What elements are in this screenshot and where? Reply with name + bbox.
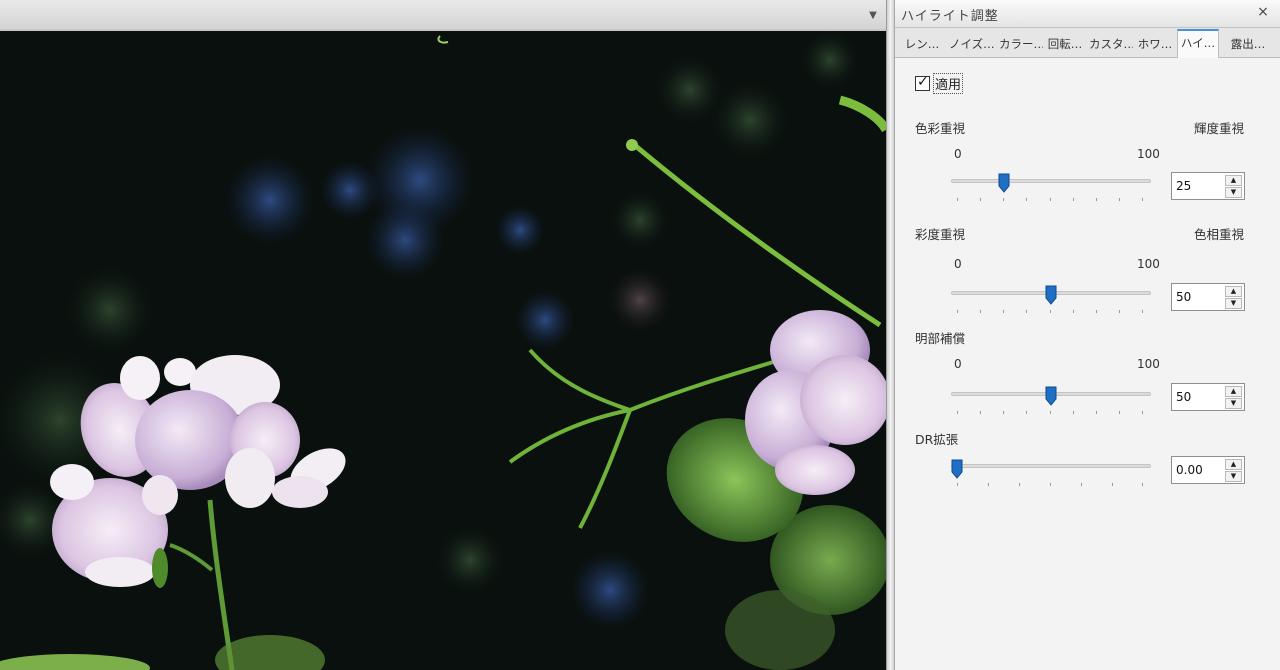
slider-color-right-label: 輝度重視 xyxy=(1193,121,1244,136)
slider-dr-stepper[interactable]: 0.00 ▲ ▼ xyxy=(1171,456,1245,484)
panel-title: ハイライト調整 xyxy=(901,9,999,24)
slider-dr-thumb[interactable] xyxy=(951,459,963,479)
slider-color-track[interactable] xyxy=(951,179,1151,183)
viewer-toolbar: ▼ xyxy=(0,0,886,31)
slider-bright-min: 0 xyxy=(954,357,962,371)
chevron-down-icon[interactable]: ▼ xyxy=(1225,298,1242,309)
slider-color-min: 0 xyxy=(954,147,962,161)
slider-color-max: 100 xyxy=(1137,147,1160,161)
tick xyxy=(1050,411,1051,414)
apply-checkbox[interactable]: ✓ 適用 xyxy=(915,72,964,94)
chevron-up-icon[interactable]: ▲ xyxy=(1225,175,1242,186)
tick xyxy=(1026,310,1027,313)
tick xyxy=(1003,310,1004,313)
tick xyxy=(1073,310,1074,313)
slider-saturation-max: 100 xyxy=(1137,257,1160,271)
stepper-value[interactable]: 50 xyxy=(1176,390,1191,404)
chevron-up-icon[interactable]: ▲ xyxy=(1225,286,1242,297)
tool-tabs: レン… ノイズ… カラー… 回転… カスタ… ホワ… ハイ… 露出… xyxy=(895,28,1280,59)
panel-content: ✓ 適用 色彩重視 輝度重視 0 100 25 ▲ ▼ 彩度重視 色相重視 0 … xyxy=(895,58,1280,670)
tick xyxy=(1119,310,1120,313)
tab-exposure[interactable]: 露出… xyxy=(1225,32,1271,58)
tick xyxy=(957,411,958,414)
tick xyxy=(1142,310,1143,313)
tick xyxy=(1096,310,1097,313)
chevron-up-icon[interactable]: ▲ xyxy=(1225,459,1242,470)
check-icon: ✓ xyxy=(917,73,929,90)
tick xyxy=(980,411,981,414)
tick xyxy=(957,198,958,201)
tick xyxy=(1073,411,1074,414)
slider-saturation-min: 0 xyxy=(954,257,962,271)
tick xyxy=(1019,483,1020,486)
tick xyxy=(957,483,958,486)
slider-saturation-right-label: 色相重視 xyxy=(1193,227,1244,242)
tab-noise[interactable]: ノイズ… xyxy=(947,32,995,58)
tick xyxy=(1142,198,1143,201)
tick xyxy=(1026,411,1027,414)
tab-rotate[interactable]: 回転… xyxy=(1045,32,1085,58)
tab-lens[interactable]: レン… xyxy=(901,32,943,58)
slider-bright-max: 100 xyxy=(1137,357,1160,371)
chevron-down-icon[interactable]: ▼ xyxy=(1225,398,1242,409)
apply-label: 適用 xyxy=(933,72,964,94)
tick xyxy=(1050,198,1051,201)
panel-splitter[interactable] xyxy=(886,0,894,670)
stepper-value[interactable]: 50 xyxy=(1176,290,1191,304)
tick xyxy=(957,310,958,313)
chevron-up-icon[interactable]: ▲ xyxy=(1225,386,1242,397)
chevron-down-icon[interactable]: ▼ xyxy=(1225,187,1242,198)
slider-saturation-left-label: 彩度重視 xyxy=(915,227,966,242)
checkbox[interactable]: ✓ xyxy=(915,73,930,91)
tick xyxy=(980,198,981,201)
tick xyxy=(1119,411,1120,414)
tick xyxy=(1003,411,1004,414)
tick xyxy=(1119,198,1120,201)
tick xyxy=(1050,310,1051,313)
slider-color-left-label: 色彩重視 xyxy=(915,121,966,136)
slider-color-stepper[interactable]: 25 ▲ ▼ xyxy=(1171,172,1245,200)
close-icon[interactable]: × xyxy=(1255,4,1271,20)
tick xyxy=(1142,411,1143,414)
tick xyxy=(1142,483,1143,486)
slider-color-thumb[interactable] xyxy=(998,173,1010,193)
stepper-value[interactable]: 25 xyxy=(1176,179,1191,193)
tab-color[interactable]: カラー… xyxy=(997,32,1043,58)
slider-dr-left-label: DR拡張 xyxy=(915,432,959,447)
photo-preview[interactable] xyxy=(0,31,886,670)
slider-bright-left-label: 明部補償 xyxy=(915,331,966,346)
stepper-value[interactable]: 0.00 xyxy=(1176,463,1203,477)
slider-bright-thumb[interactable] xyxy=(1045,386,1057,406)
tab-highlight[interactable]: ハイ… xyxy=(1177,29,1219,59)
slider-saturation-stepper[interactable]: 50 ▲ ▼ xyxy=(1171,283,1245,311)
tick xyxy=(1003,198,1004,201)
panel-title-bar: ハイライト調整 × xyxy=(895,0,1280,28)
slider-bright-stepper[interactable]: 50 ▲ ▼ xyxy=(1171,383,1245,411)
slider-saturation-thumb[interactable] xyxy=(1045,285,1057,305)
image-viewer[interactable]: ▼ xyxy=(0,0,886,670)
tick xyxy=(1026,198,1027,201)
tick xyxy=(1096,411,1097,414)
tick xyxy=(980,310,981,313)
chevron-down-icon[interactable]: ▼ xyxy=(1225,471,1242,482)
tick xyxy=(1096,198,1097,201)
slider-dr-track[interactable] xyxy=(951,464,1151,468)
tick xyxy=(1112,483,1113,486)
tick xyxy=(1073,198,1074,201)
tick xyxy=(1050,483,1051,486)
tab-custom[interactable]: カスタ… xyxy=(1087,32,1133,58)
highlight-adjust-panel: ハイライト調整 × レン… ノイズ… カラー… 回転… カスタ… ホワ… ハイ…… xyxy=(894,0,1280,670)
tick xyxy=(1081,483,1082,486)
tick xyxy=(988,483,989,486)
tab-white[interactable]: ホワ… xyxy=(1135,32,1175,58)
chevron-down-icon[interactable]: ▼ xyxy=(866,9,880,23)
